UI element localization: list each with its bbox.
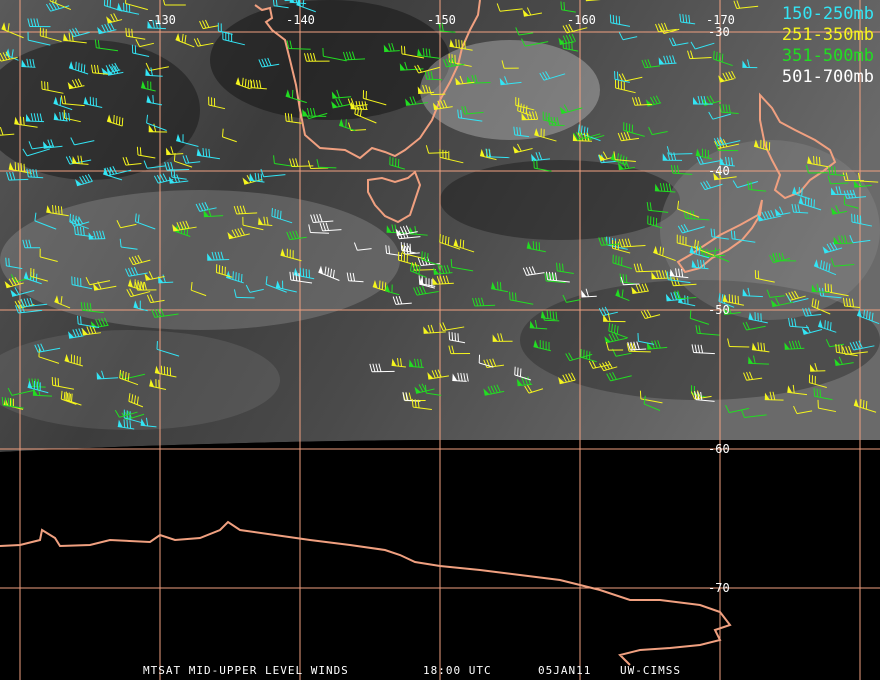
wind-map: -130 -140 -150 -160 -170 -30 -40 -50 -60… [0, 0, 880, 680]
lon-label-150: -150 [427, 13, 456, 27]
product-title: MTSAT MID-UPPER LEVEL WINDS [143, 664, 349, 677]
legend-item-351-500: 351-500mb [781, 46, 874, 66]
lon-label-130: -130 [147, 13, 176, 27]
lat-label-40: -40 [708, 164, 730, 178]
legend-item-501-700: 501-700mb [781, 67, 874, 87]
product-producer: UW-CIMSS [620, 664, 681, 677]
lon-label-160: -160 [567, 13, 596, 27]
legend-item-251-350: 251-350mb [781, 25, 874, 45]
lon-label-140: -140 [286, 13, 315, 27]
product-date: 05JAN11 [538, 664, 592, 677]
product-footer: MTSAT MID-UPPER LEVEL WINDS 18:00 UTC 05… [0, 664, 880, 678]
lat-label-70: -70 [708, 581, 730, 595]
lat-label-30: -30 [708, 25, 730, 39]
lat-label-50: -50 [708, 303, 730, 317]
legend-item-150-250: 150-250mb [781, 4, 874, 24]
lat-label-60: -60 [708, 442, 730, 456]
pressure-legend: 150-250mb 251-350mb 351-500mb 501-700mb [782, 4, 874, 88]
product-time: 18:00 UTC [423, 664, 492, 677]
